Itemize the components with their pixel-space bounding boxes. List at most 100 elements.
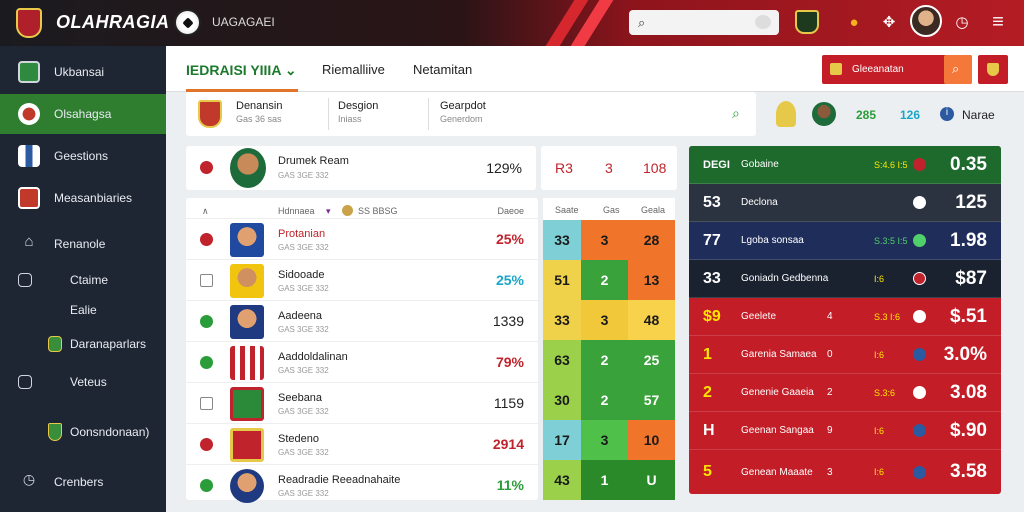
search-input[interactable]: ⌕ xyxy=(629,10,779,35)
player-avatar xyxy=(230,264,264,298)
shield-icon xyxy=(18,145,40,167)
odds-row[interactable]: 77 Lgoba sonsaa S.3:5 I:5 1.98 xyxy=(689,222,1001,260)
odds-row[interactable]: 1 Garenia Samaea 0 I:6 3.0% xyxy=(689,336,1001,374)
odds-panel: DEGI Gobaine S:4.6 I:5 0.35 53 Declona 125 77… xyxy=(689,146,1001,494)
user-avatar[interactable] xyxy=(910,5,942,37)
sidebar-item-4[interactable]: ⌂ Renanole xyxy=(0,224,166,264)
sidebar-item-7[interactable]: Daranaparlars xyxy=(0,324,166,364)
club-icon xyxy=(18,103,40,125)
heat-cell: U xyxy=(628,460,675,500)
chevron-down-icon: ⌄ xyxy=(284,62,297,78)
tab-0[interactable]: IEDRAISI YIIIA ⌄ xyxy=(186,62,297,79)
player-avatar xyxy=(230,148,266,188)
heat-cell: 25 xyxy=(628,340,675,380)
table-row[interactable]: Protanian GAS 3GE 332 25% xyxy=(186,218,538,259)
heat-cell: 3 xyxy=(581,420,628,460)
heat-cell: 63 xyxy=(543,340,581,380)
stat-value: 285 xyxy=(856,108,877,122)
heat-cell: 30 xyxy=(543,380,581,420)
sort-icon[interactable]: ∧ xyxy=(202,206,209,217)
tab-2[interactable]: Netamitan xyxy=(413,62,472,77)
standings-table: ∧ Hdnnaea ▾ SS BBSG Daeoe Protanian GAS … xyxy=(186,198,538,503)
search-clear-icon[interactable] xyxy=(755,15,771,29)
status-dot-icon xyxy=(913,424,926,437)
table-row[interactable]: Stedeno GAS 3GE 332 2914 xyxy=(186,423,538,464)
tab-bar: IEDRAISI YIIIA ⌄ Riemalliive Netamitan G… xyxy=(166,46,1024,92)
checkbox-icon xyxy=(18,273,32,287)
crest-icon xyxy=(987,63,999,76)
soccer-ball-icon xyxy=(913,310,926,323)
search-button[interactable]: ⌕ xyxy=(944,55,972,84)
heat-cell: 33 xyxy=(543,220,581,260)
club-badge-icon[interactable] xyxy=(795,10,819,34)
heat-cell: 51 xyxy=(543,260,581,300)
brand-logo[interactable] xyxy=(16,8,42,38)
club-crest xyxy=(230,428,264,462)
odds-row[interactable]: 53 Declona 125 xyxy=(689,184,1001,222)
coin-icon xyxy=(342,205,353,216)
heat-header: Saate Gas Geala xyxy=(543,198,675,220)
heat-grid: 33 3 28 51 2 13 33 3 48 63 2 25 30 2 57 17 3 10 43 1 U xyxy=(543,220,675,500)
heat-cell: 43 xyxy=(543,460,581,500)
club-crest xyxy=(230,387,264,421)
table-row[interactable]: Aaddoldalinan GAS 3GE 332 79% xyxy=(186,341,538,382)
settings-gear-icon[interactable]: ✥ xyxy=(877,10,901,34)
table-row[interactable]: Aadeena GAS 3GE 332 1339 xyxy=(186,300,538,341)
odds-row[interactable]: $9 Geelete 4 S.3 I:6 $.51 xyxy=(689,298,1001,336)
sidebar-item-9[interactable]: Oonsndonaan) xyxy=(0,412,166,452)
home-icon: ⌂ xyxy=(24,233,34,250)
heat-cell: 3 xyxy=(581,300,628,340)
featured-row[interactable]: Drumek Ream GAS 3GE 332 129% xyxy=(186,146,536,190)
sidebar-item-1[interactable]: Olsahagsa xyxy=(0,94,166,134)
status-text: Narae xyxy=(962,108,995,122)
search-icon: ⌕ xyxy=(952,61,960,76)
table-row[interactable]: Readradie Reeadnahaite GAS 3GE 332 11% xyxy=(186,464,538,503)
status-dot-icon xyxy=(913,348,926,361)
heat-cell: 2 xyxy=(581,260,628,300)
sidebar-item-10[interactable]: ◷ Crenbers xyxy=(0,462,166,502)
alert-icon xyxy=(200,233,213,246)
odds-row[interactable]: 2 Genenie Gaaeia 2 S.3:6 3.08 xyxy=(689,374,1001,412)
status-dot-icon xyxy=(913,465,926,479)
odds-row[interactable]: H Geenan Sangaa 9 I:6 $.90 xyxy=(689,412,1001,450)
sidebar-item-2[interactable]: Geestions xyxy=(0,136,166,176)
lock-icon xyxy=(200,397,213,410)
info-col-0: Denansin Gas 36 sas xyxy=(236,100,283,124)
info-icon[interactable]: i xyxy=(940,107,954,121)
player-avatar xyxy=(230,305,264,339)
soccer-ball-icon xyxy=(913,196,926,209)
table-row[interactable]: Seebana GAS 3GE 332 1159 xyxy=(186,382,538,423)
odds-row[interactable]: 33 Goniadn Gedbenna I:6 $87 xyxy=(689,260,1001,298)
soccer-ball-icon[interactable] xyxy=(174,9,201,36)
heat-cell: 28 xyxy=(628,220,675,260)
heat-cell: 10 xyxy=(628,420,675,460)
clock-icon[interactable]: ◷ xyxy=(950,10,974,34)
top-bar: OLAHRAGIA UAGAGAEI ⌕ ● ✥ ◷ ≡ xyxy=(0,0,1024,46)
status-dot-icon xyxy=(200,315,213,328)
odds-row[interactable]: DEGI Gobaine S:4.6 I:5 0.35 xyxy=(689,146,1001,184)
player-avatar xyxy=(812,102,836,126)
odds-row[interactable]: 5 Genean Maaate 3 I:6 3.58 xyxy=(689,450,1001,494)
player-avatar xyxy=(776,101,796,127)
shield-icon xyxy=(18,61,40,83)
sidebar: Ukbansai Olsahagsa Geestions Measanbiari… xyxy=(0,46,166,512)
menu-icon[interactable]: ≡ xyxy=(986,10,1010,34)
heat-cell: 2 xyxy=(581,380,628,420)
filter-icon[interactable]: ▾ xyxy=(326,206,331,217)
info-col-1: Desgion Iniass xyxy=(338,100,379,124)
search-icon[interactable]: ⌕ xyxy=(732,105,740,122)
top-subtitle: UAGAGAEI xyxy=(212,15,275,29)
divider xyxy=(328,98,329,130)
heat-cell: 3 xyxy=(581,220,628,260)
sidebar-item-3[interactable]: Measanbiaries xyxy=(0,178,166,218)
table-row[interactable]: Sidooade GAS 3GE 332 25% xyxy=(186,259,538,300)
sidebar-item-0[interactable]: Ukbansai xyxy=(0,52,166,92)
notification-icon[interactable]: ● xyxy=(842,10,866,34)
tab-1[interactable]: Riemalliive xyxy=(322,62,385,77)
heat-cell: 2 xyxy=(581,340,628,380)
sidebar-item-8[interactable]: Veteus xyxy=(0,362,166,402)
clock-icon: ◷ xyxy=(22,471,36,487)
club-button[interactable] xyxy=(978,55,1008,84)
brand-name: OLAHRAGIA xyxy=(56,12,170,32)
crest-icon xyxy=(18,187,40,209)
